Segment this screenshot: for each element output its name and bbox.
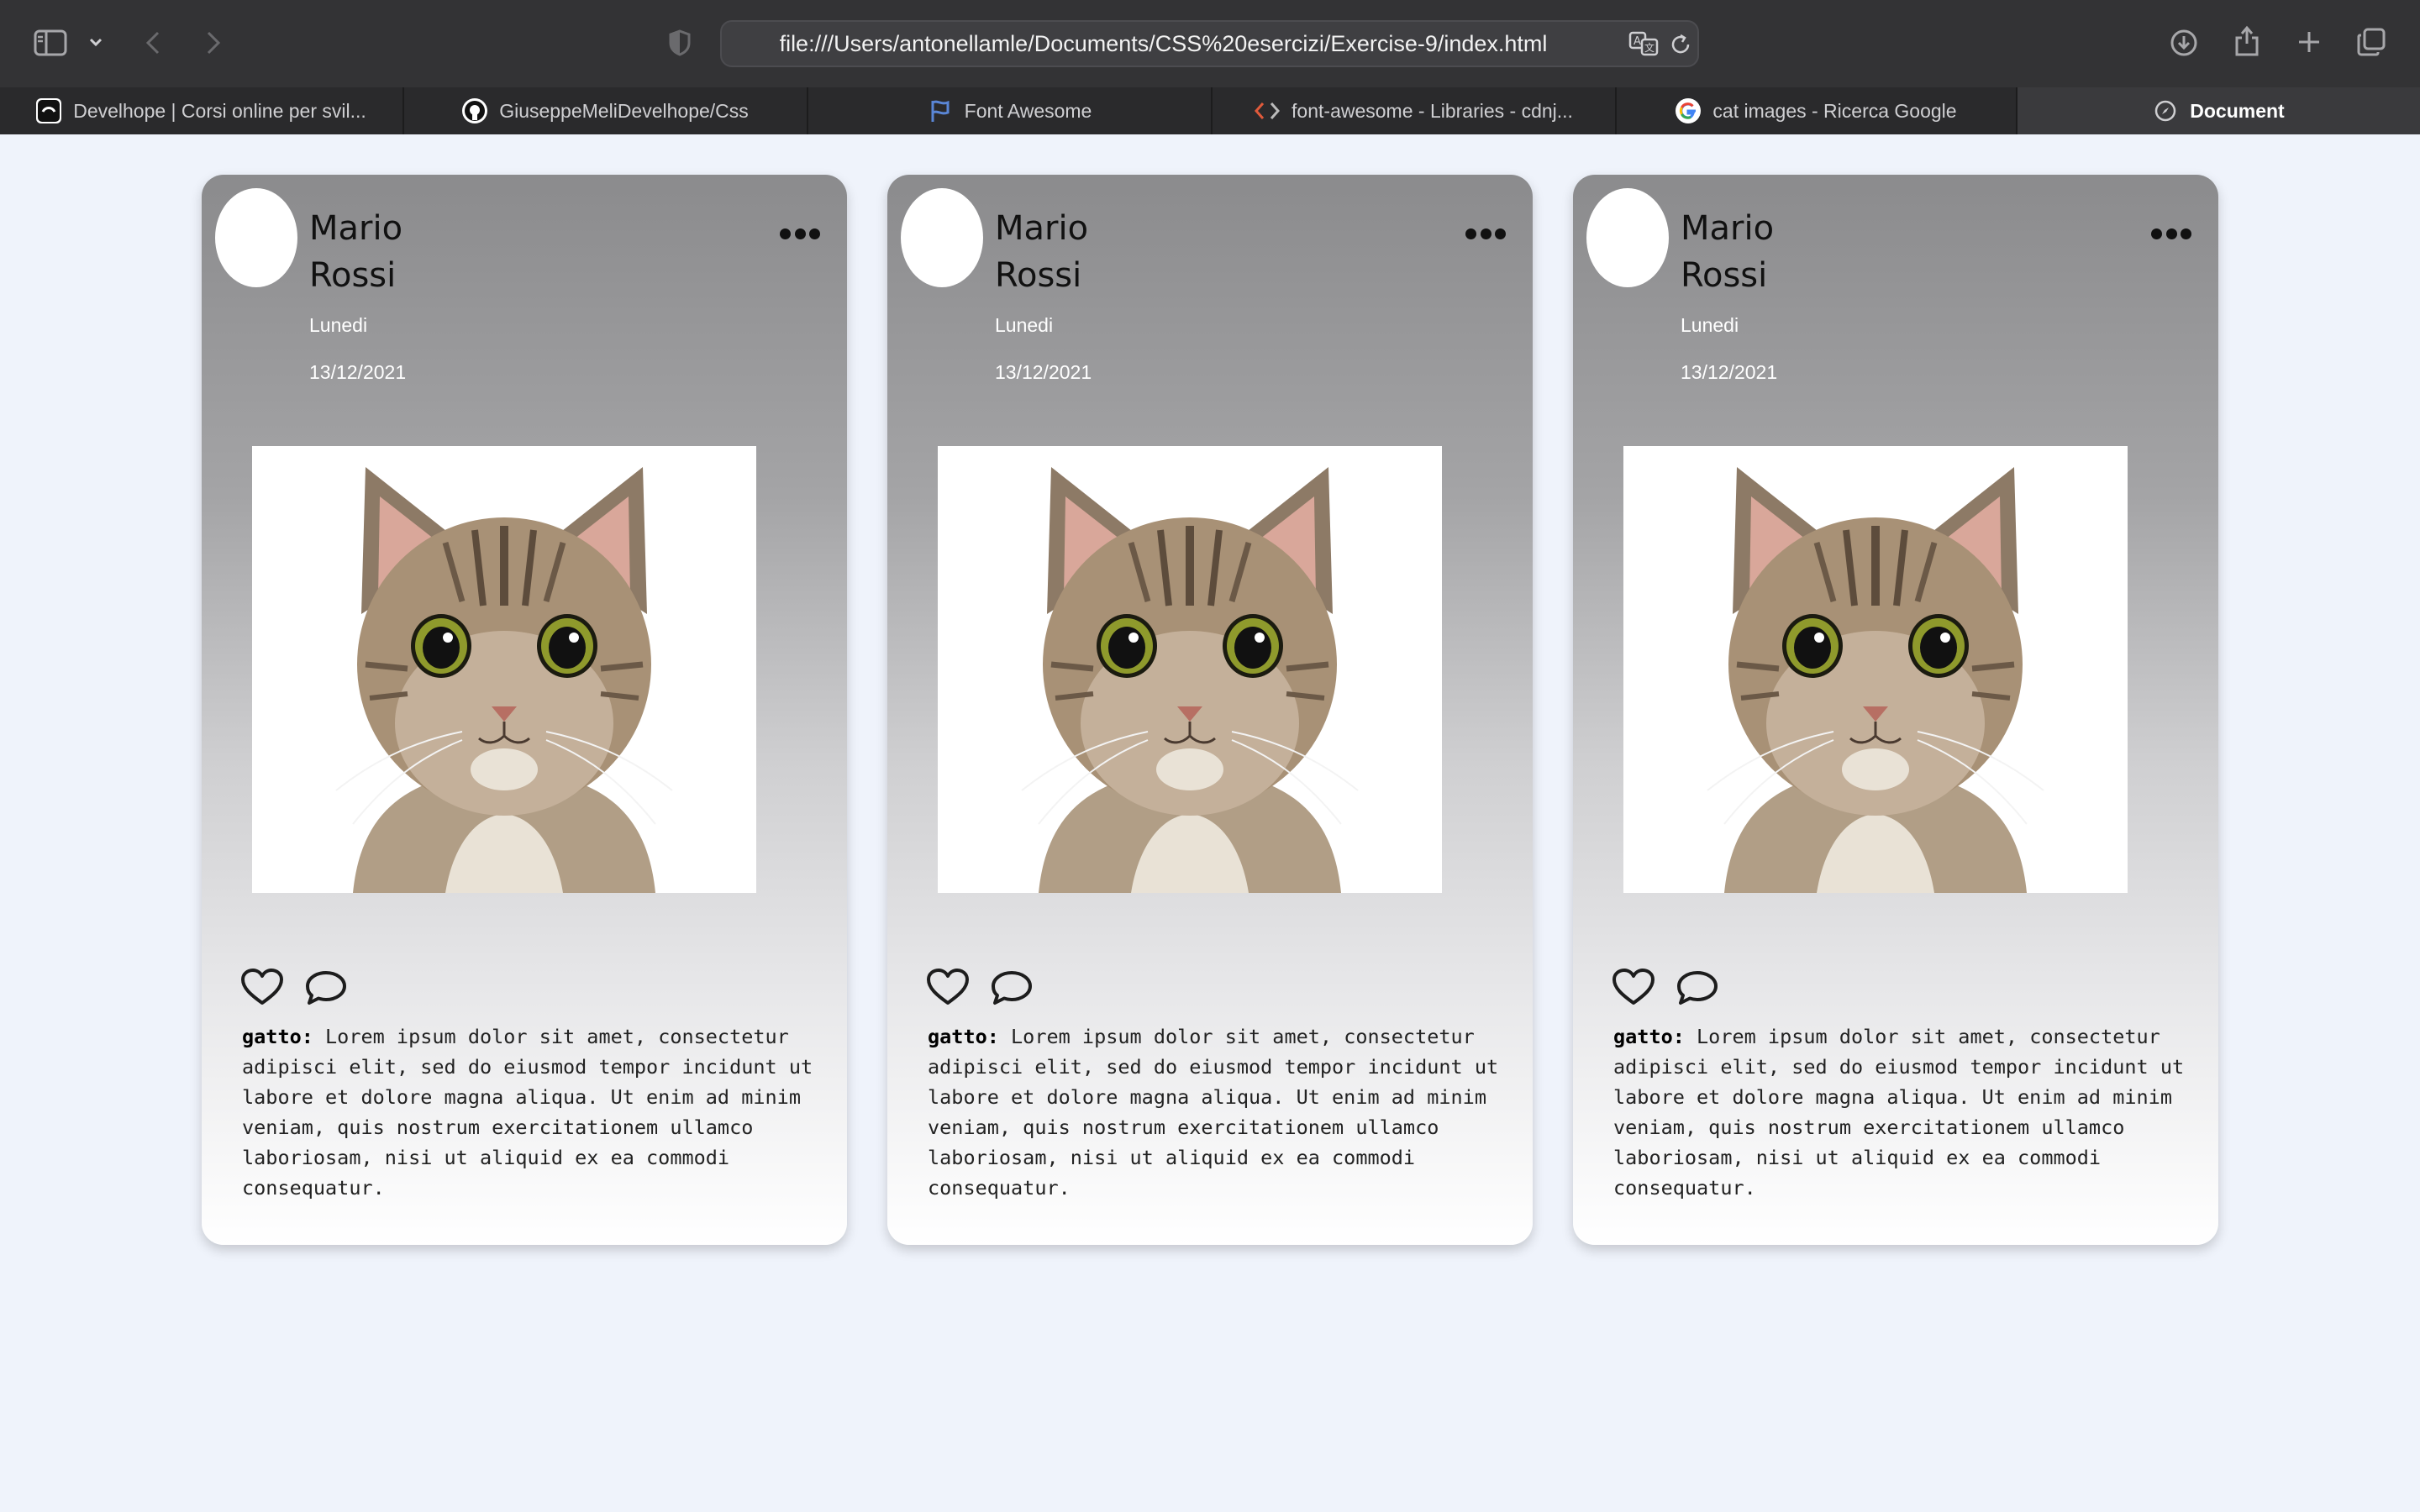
cat-photo: [252, 446, 756, 893]
post-day: Lunedi: [309, 314, 368, 336]
cat-photo: [1623, 446, 2128, 893]
github-icon: [462, 98, 488, 123]
author-last-name: Rossi: [1681, 256, 1768, 295]
heart-icon[interactable]: [926, 968, 970, 1010]
develhope-icon: [36, 98, 62, 123]
author-last-name: Rossi: [309, 256, 397, 295]
comment-icon[interactable]: [990, 969, 1034, 1010]
code-brackets-icon: [1255, 98, 1281, 123]
sidebar-toggle-icon[interactable]: [34, 28, 67, 58]
tab-overview-icon[interactable]: [2354, 25, 2388, 59]
post-day: Lunedi: [1681, 314, 1739, 336]
post-date: 13/12/2021: [309, 361, 407, 383]
downloads-icon[interactable]: [2168, 27, 2200, 59]
caption-label: gatto:: [1613, 1025, 1685, 1048]
author-name: Mario Rossi: [309, 205, 477, 299]
cat-photo: [938, 446, 1442, 893]
author-first-name: Mario: [1681, 209, 1775, 248]
tab-document[interactable]: Document: [2018, 87, 2420, 134]
author-first-name: Mario: [995, 209, 1089, 248]
caption-label: gatto:: [242, 1025, 313, 1048]
tab-label: GiuseppeMeliDevelhope/Css: [499, 99, 749, 122]
author-first-name: Mario: [309, 209, 403, 248]
heart-icon[interactable]: [1612, 968, 1655, 1010]
caption-label: gatto:: [928, 1025, 999, 1048]
forward-icon[interactable]: [202, 27, 225, 59]
svg-text:A: A: [1634, 35, 1641, 48]
heart-icon[interactable]: [240, 968, 284, 1010]
tab-font-awesome[interactable]: Font Awesome: [808, 87, 1213, 134]
post-caption: gatto: Lorem ipsum dolor sit amet, conse…: [928, 1021, 1499, 1203]
translate-icon[interactable]: A文: [1628, 29, 1661, 59]
post-date: 13/12/2021: [1681, 361, 1778, 383]
google-icon: [1676, 98, 1702, 123]
tab-bar: Develhope | Corsi online per svil... Giu…: [0, 87, 2420, 134]
caption-text: Lorem ipsum dolor sit amet, consectetur …: [242, 1025, 813, 1200]
tab-label: Font Awesome: [964, 99, 1092, 122]
address-bar[interactable]: file:///Users/antonellamle/Documents/CSS…: [720, 20, 1699, 67]
caption-text: Lorem ipsum dolor sit amet, consectetur …: [1613, 1025, 2185, 1200]
avatar[interactable]: [901, 188, 983, 287]
compass-icon: [2153, 98, 2178, 123]
font-awesome-flag-icon: [928, 98, 953, 123]
post-caption: gatto: Lorem ipsum dolor sit amet, conse…: [1613, 1021, 2185, 1203]
back-icon[interactable]: [141, 27, 165, 59]
tab-label: cat images - Ricerca Google: [1712, 99, 1957, 122]
tab-github[interactable]: GiuseppeMeliDevelhope/Css: [404, 87, 808, 134]
more-options-icon[interactable]: [1465, 225, 1506, 242]
browser-toolbar: file:///Users/antonellamle/Documents/CSS…: [0, 0, 2420, 88]
post-date: 13/12/2021: [995, 361, 1092, 383]
tab-cdnjs[interactable]: font-awesome - Libraries - cdnj...: [1213, 87, 1617, 134]
comment-icon[interactable]: [304, 969, 348, 1010]
share-icon[interactable]: [2232, 24, 2262, 59]
tab-label: font-awesome - Libraries - cdnj...: [1292, 99, 1573, 122]
url-text[interactable]: file:///Users/antonellamle/Documents/CSS…: [722, 22, 1605, 66]
chevron-down-icon[interactable]: [87, 34, 104, 50]
avatar[interactable]: [1586, 188, 1669, 287]
comment-icon[interactable]: [1676, 969, 1719, 1010]
author-name: Mario Rossi: [995, 205, 1163, 299]
caption-text: Lorem ipsum dolor sit amet, consectetur …: [928, 1025, 1499, 1200]
tab-label: Develhope | Corsi online per svil...: [73, 99, 366, 122]
tab-develhope[interactable]: Develhope | Corsi online per svil...: [0, 87, 404, 134]
more-options-icon[interactable]: [2151, 225, 2191, 242]
post-card: Mario Rossi Lunedi 13/12/2021 gatto: Lor…: [1573, 175, 2218, 1245]
author-last-name: Rossi: [995, 256, 1082, 295]
svg-text:文: 文: [1644, 41, 1655, 54]
tab-google[interactable]: cat images - Ricerca Google: [1617, 87, 2018, 134]
post-card: Mario Rossi Lunedi 13/12/2021 gatto: Lor…: [887, 175, 1533, 1245]
post-caption: gatto: Lorem ipsum dolor sit amet, conse…: [242, 1021, 813, 1203]
more-options-icon[interactable]: [780, 225, 820, 242]
avatar[interactable]: [215, 188, 297, 287]
privacy-shield-icon[interactable]: [667, 27, 692, 59]
author-name: Mario Rossi: [1681, 205, 1849, 299]
reload-icon[interactable]: [1668, 32, 1693, 57]
tab-label: Document: [2190, 99, 2285, 122]
new-tab-icon[interactable]: [2294, 27, 2324, 57]
post-day: Lunedi: [995, 314, 1054, 336]
post-card: Mario Rossi Lunedi 13/12/2021 gatto: Lor…: [202, 175, 847, 1245]
